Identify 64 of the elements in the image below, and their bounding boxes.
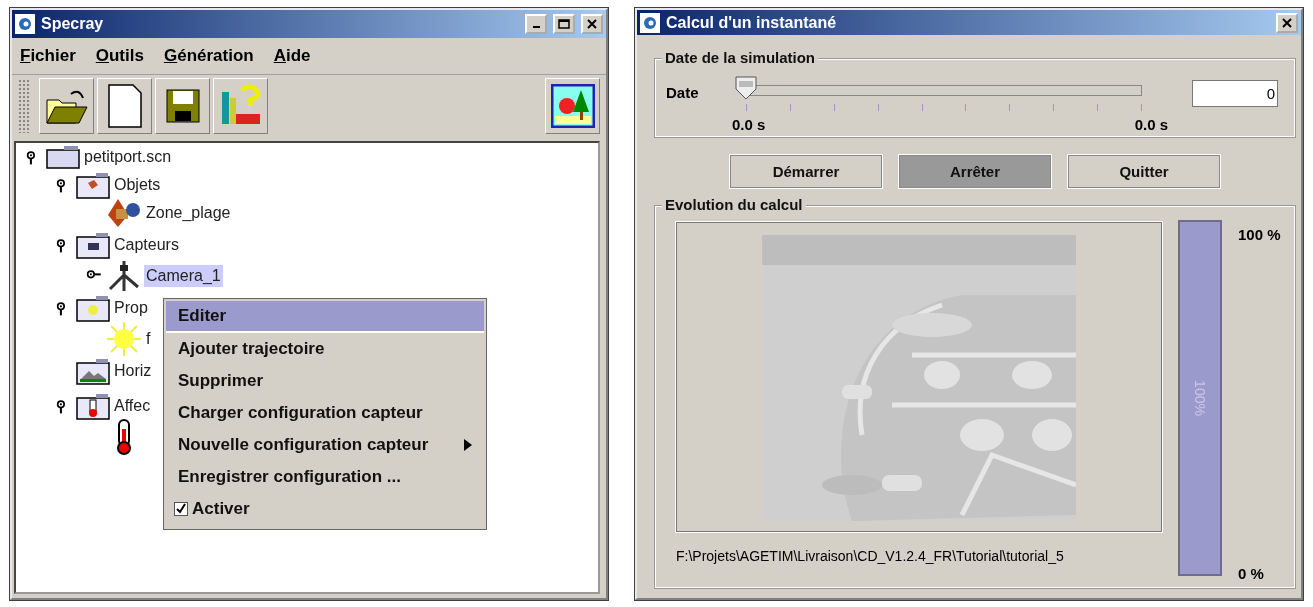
tree-item[interactable]: Zone_plage	[144, 202, 233, 224]
camera-folder-icon	[76, 230, 110, 259]
open-button[interactable]	[39, 78, 94, 134]
group-title: Evolution du calcul	[662, 196, 806, 213]
slider-thumb[interactable]	[735, 76, 757, 100]
dialog-button[interactable]: Démarrer	[730, 155, 882, 188]
date-label: Date	[666, 84, 700, 101]
tree-item[interactable]: Capteurs	[112, 233, 181, 256]
close-button[interactable]	[581, 14, 603, 34]
dialog-button[interactable]: Quitter	[1068, 155, 1220, 188]
close-button[interactable]	[1276, 12, 1298, 33]
date-input-field[interactable]: 0	[1192, 80, 1278, 107]
menu-item[interactable]: Aide	[273, 46, 311, 66]
tree-item[interactable]: petitport.scn	[82, 146, 174, 168]
window-title: Calcul d'un instantané	[666, 13, 838, 32]
tripod-icon	[106, 259, 142, 293]
sun-folder-icon	[76, 293, 110, 322]
window-title: Specray	[41, 15, 105, 33]
checkbox[interactable]	[174, 502, 188, 516]
app-logo-icon	[15, 14, 35, 34]
tree-item[interactable]: Prop	[112, 296, 150, 319]
shapes-folder-icon	[76, 171, 110, 199]
tree-item[interactable]: Objets	[112, 174, 163, 196]
app-logo-icon	[640, 12, 660, 33]
thermometer-folder-icon	[76, 391, 110, 420]
tree-item[interactable]: f	[144, 328, 153, 350]
max-percent-label: 100 %	[1238, 226, 1281, 243]
context-menu-item[interactable]: Enregistrer configuration ...	[166, 461, 484, 493]
tree-item[interactable]: Horiz	[112, 359, 154, 382]
context-menu-item[interactable]: Ajouter trajectoire	[166, 333, 484, 365]
toolbar-grip	[18, 79, 30, 133]
image-button[interactable]	[545, 78, 600, 134]
close-icon	[1282, 17, 1292, 28]
new-button[interactable]	[97, 78, 152, 134]
close-icon	[587, 19, 597, 29]
context-menu-item[interactable]: Charger configuration capteur	[166, 397, 484, 429]
group-title: Date de la simulation	[662, 49, 819, 66]
tree-item[interactable]: Camera_1	[144, 265, 223, 287]
context-menu-item[interactable]: Supprimer	[166, 365, 484, 397]
submenu-arrow-icon	[464, 439, 472, 451]
maximize-icon	[558, 19, 570, 29]
slider-max-label: 0.0 s	[1134, 116, 1168, 133]
context-menu-item[interactable]: Editer	[166, 301, 484, 333]
minimize-button[interactable]	[525, 14, 547, 34]
min-percent-label: 0 %	[1238, 565, 1265, 582]
shapes-icon	[106, 197, 142, 229]
context-menu-item[interactable]: Activer	[166, 493, 484, 525]
menu-item[interactable]: Outils	[95, 46, 144, 66]
folder-icon	[46, 145, 80, 169]
dialog-button[interactable]: Arrêter	[899, 155, 1051, 188]
file-path: F:\Projets\AGETIM\Livraison\CD_V1.2.4_FR\Tutorial\tutorial_5	[676, 548, 1065, 564]
tree-item[interactable]: Affec	[112, 394, 153, 417]
context-menu-item[interactable]: Nouvelle configuration capteur	[166, 429, 484, 461]
mountain-folder-icon	[76, 356, 110, 385]
menu-item[interactable]: Fichier	[20, 46, 76, 66]
minimize-icon	[532, 26, 540, 28]
landscape-tree-icon	[550, 84, 595, 128]
save-button[interactable]	[155, 78, 210, 134]
maximize-button[interactable]	[553, 14, 575, 34]
menu-item[interactable]: Génération	[163, 46, 254, 66]
slider-min-label: 0.0 s	[732, 116, 766, 133]
help-button[interactable]	[213, 78, 268, 134]
sun-icon	[106, 321, 142, 357]
blank-page-icon	[106, 83, 143, 129]
